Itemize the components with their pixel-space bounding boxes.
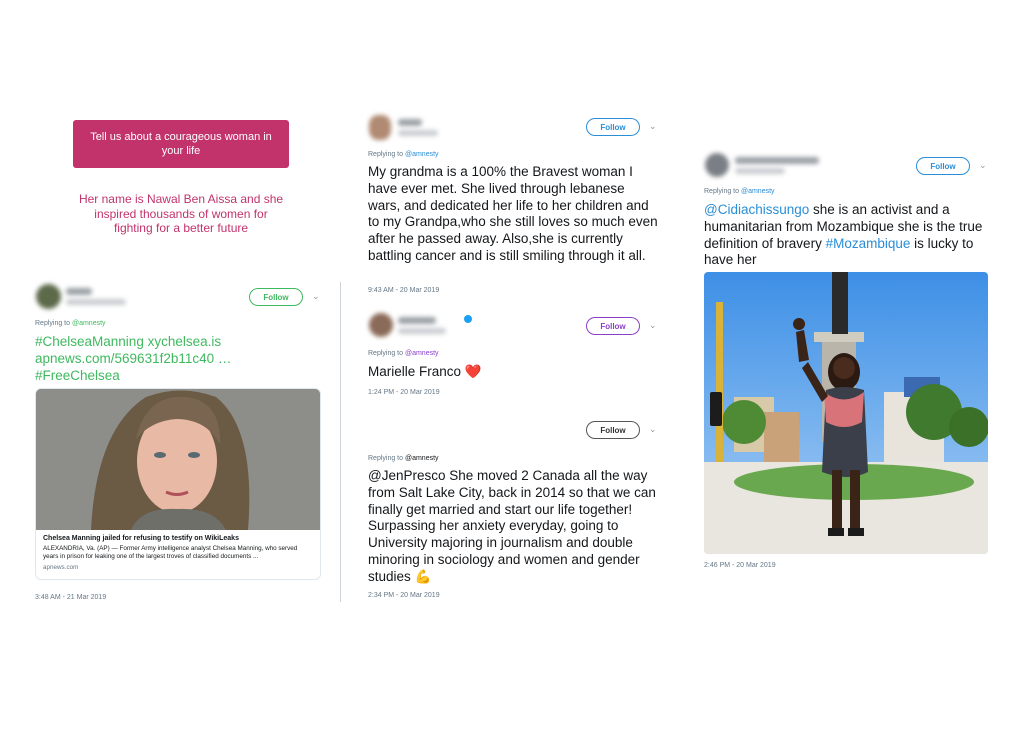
replying-handle-link[interactable]: @amnesty	[405, 151, 439, 158]
replying-prefix: Replying to	[704, 188, 741, 195]
follow-button[interactable]: Follow	[249, 288, 303, 306]
tweet-text: @Cidiachissungo she is an activist and a…	[704, 202, 988, 269]
replying-prefix: Replying to	[35, 320, 72, 327]
street-photo-image	[704, 272, 988, 554]
replying-handle-link[interactable]: @amnesty	[405, 455, 439, 462]
handle[interactable]	[735, 168, 785, 174]
chevron-down-icon[interactable]: ⌄	[649, 121, 657, 132]
mention-link[interactable]: @Cidiachissungo	[704, 202, 809, 217]
card-description: ALEXANDRIA, Va. (AP) — Former Army intel…	[43, 545, 298, 560]
flexed-biceps-emoji-icon: 💪	[414, 568, 432, 584]
avatar[interactable]	[705, 153, 729, 177]
replying-handle-link[interactable]: @amnesty	[405, 350, 439, 357]
display-name[interactable]	[398, 119, 422, 126]
handle[interactable]	[66, 299, 126, 305]
card-title: Chelsea Manning jailed for refusing to t…	[43, 535, 239, 542]
follow-button[interactable]: Follow	[916, 157, 970, 175]
follow-button-label: Follow	[600, 425, 626, 435]
avatar[interactable]	[36, 284, 61, 309]
replying-to: Replying to @amnesty	[704, 188, 775, 195]
tweet-text: My grandma is a 100% the Bravest woman I…	[368, 164, 658, 263]
avatar[interactable]	[369, 115, 391, 140]
follow-button-label: Follow	[263, 292, 289, 302]
portrait-image	[36, 389, 320, 530]
tweet-photo[interactable]	[704, 272, 988, 554]
display-name[interactable]	[66, 288, 92, 295]
follow-button[interactable]: Follow	[586, 118, 640, 136]
follow-button-label: Follow	[600, 122, 626, 132]
handle[interactable]	[398, 328, 446, 334]
tweet-text: @JenPresco She moved 2 Canada all the wa…	[368, 468, 660, 586]
mention-link[interactable]: @JenPresco	[368, 468, 446, 483]
follow-button-label: Follow	[930, 161, 956, 171]
replying-to: Replying to @amnesty	[368, 455, 439, 462]
display-name[interactable]	[398, 317, 436, 324]
handle[interactable]	[398, 130, 438, 136]
tweet-timestamp[interactable]: 2:46 PM - 20 Mar 2019	[704, 562, 776, 569]
heart-emoji-icon: ❤️	[464, 364, 482, 379]
follow-button[interactable]: Follow	[586, 317, 640, 335]
replying-to: Replying to @amnesty	[368, 151, 439, 158]
follow-button-label: Follow	[600, 321, 626, 331]
avatar[interactable]	[369, 313, 393, 337]
hashtag-link[interactable]: #FreeChelsea	[35, 368, 315, 385]
display-name[interactable]	[735, 157, 819, 164]
hashtag-link[interactable]: #ChelseaManning xychelsea.is	[35, 334, 315, 351]
column-divider	[340, 282, 341, 602]
replying-prefix: Replying to	[368, 151, 405, 158]
tweet-text: #ChelseaManning xychelsea.is apnews.com/…	[35, 334, 315, 384]
story-prompt-text: Tell us about a courageous woman in your…	[90, 131, 272, 157]
tweet-text-content: She moved 2 Canada all the way from Salt…	[368, 468, 656, 584]
replying-to: Replying to @amnesty	[368, 350, 439, 357]
tweet-text: Marielle Franco ❤️	[368, 364, 482, 381]
chevron-down-icon[interactable]: ⌄	[649, 320, 657, 331]
tweet-timestamp[interactable]: 2:34 PM - 20 Mar 2019	[368, 592, 440, 599]
chevron-down-icon[interactable]: ⌄	[312, 291, 320, 302]
story-answer-text: Her name is Nawal Ben Aissa and she insp…	[78, 192, 284, 235]
tweet-timestamp[interactable]: 9:43 AM - 20 Mar 2019	[368, 287, 439, 294]
replying-prefix: Replying to	[368, 350, 405, 357]
card-domain: apnews.com	[43, 564, 79, 571]
hashtag-link[interactable]: #Mozambique	[826, 236, 911, 251]
replying-handle-link[interactable]: @amnesty	[72, 320, 106, 327]
replying-prefix: Replying to	[368, 455, 405, 462]
tweet-text-content: Marielle Franco	[368, 364, 462, 379]
replying-handle-link[interactable]: @amnesty	[741, 188, 775, 195]
chevron-down-icon[interactable]: ⌄	[649, 424, 657, 435]
follow-button[interactable]: Follow	[586, 421, 640, 439]
tweet-timestamp[interactable]: 1:24 PM - 20 Mar 2019	[368, 389, 440, 396]
story-prompt-banner: Tell us about a courageous woman in your…	[73, 120, 289, 168]
tweet-timestamp[interactable]: 3:48 AM - 21 Mar 2019	[35, 594, 106, 601]
card-image	[36, 389, 320, 530]
verified-badge-icon	[464, 315, 472, 323]
link-card[interactable]: Chelsea Manning jailed for refusing to t…	[35, 388, 321, 580]
url-link[interactable]: apnews.com/569631f2b11c40 …	[35, 351, 315, 368]
replying-to: Replying to @amnesty	[35, 320, 106, 327]
chevron-down-icon[interactable]: ⌄	[979, 160, 987, 171]
